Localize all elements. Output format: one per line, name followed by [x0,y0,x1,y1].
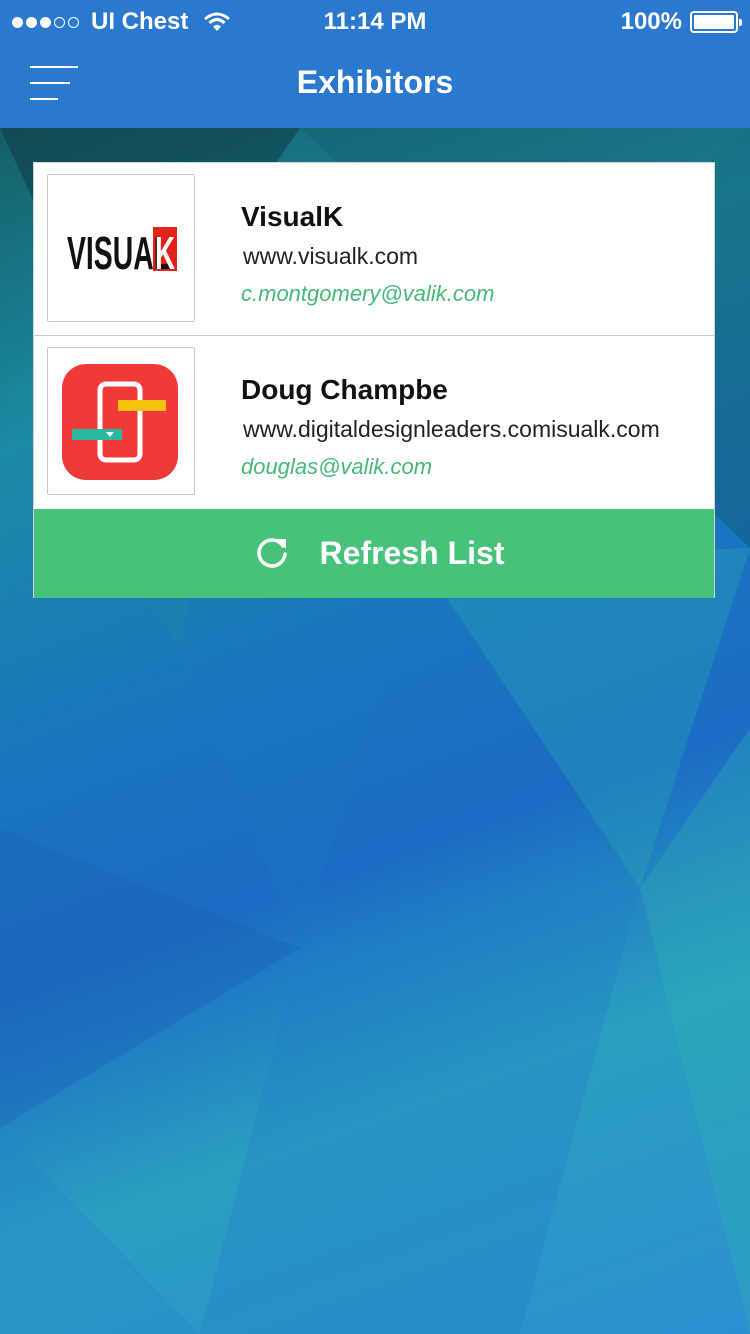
exhibitor-logo [47,347,195,495]
exhibitor-email[interactable]: c.montgomery@valik.com [241,281,494,307]
battery-percent: 100% [620,8,682,35]
exhibitor-logo: VISUAL K [47,174,195,322]
app-phone-logo-icon [62,364,178,480]
exhibitor-email[interactable]: douglas@valik.com [241,454,432,480]
app-header: UI Chest 11:14 PM 100% Exhibitors [0,0,750,128]
battery-icon [690,11,742,33]
visualk-logo: VISUAL K [67,227,177,273]
refresh-list-button[interactable]: Refresh List [34,509,714,598]
exhibitor-list: VISUAL K VisualK www.visualk.com c.montg… [33,162,715,598]
exhibitor-name: VisualK [241,201,344,232]
exhibitor-item-visualk[interactable]: VISUAL K VisualK www.visualk.com c.montg… [34,163,714,336]
exhibitor-url[interactable]: www.visualk.com [243,243,418,270]
status-right: 100% [620,8,742,36]
refresh-icon [256,537,287,568]
page-title: Exhibitors [296,64,454,100]
exhibitor-name: Doug Champbe [241,374,448,405]
exhibitor-item-doug-champbe[interactable]: Doug Champbe www.digitaldesignleaders.co… [34,336,714,509]
refresh-list-label: Refresh List [319,535,505,571]
exhibitor-url[interactable]: www.digitaldesignleaders.comisualk.com [243,416,660,443]
svg-text:K: K [155,227,175,273]
status-bar: UI Chest 11:14 PM 100% [0,0,750,42]
